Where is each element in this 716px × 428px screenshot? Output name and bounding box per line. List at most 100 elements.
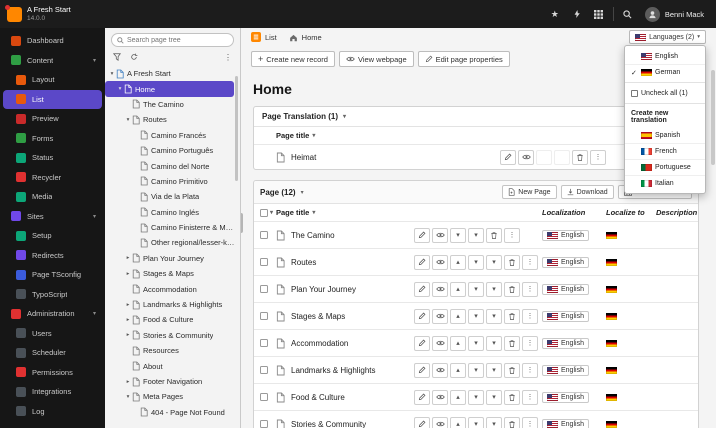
search-icon[interactable]: [617, 0, 639, 28]
tree-item-camino-del-norte[interactable]: Camino del Norte: [105, 158, 240, 173]
new-page-button[interactable]: New Page: [502, 185, 557, 199]
view-webpage-button[interactable]: View webpage: [338, 51, 414, 67]
page-title-cell[interactable]: Food & Culture: [291, 393, 414, 402]
download-button[interactable]: Download: [560, 185, 614, 199]
move-down-button[interactable]: ▾: [468, 389, 484, 405]
module-item-administration[interactable]: Administration ▾: [3, 304, 102, 324]
hide-button[interactable]: [432, 227, 448, 243]
tree-item-via-de-la-plata[interactable]: Via de la Plata: [105, 189, 240, 204]
delete-button[interactable]: [504, 254, 520, 270]
tree-chevron-icon[interactable]: ▾: [124, 394, 132, 400]
localize-german-button[interactable]: [606, 312, 617, 320]
module-item-status[interactable]: Status: [3, 148, 102, 168]
localize-german-button[interactable]: [606, 339, 617, 347]
tree-chevron-icon[interactable]: ▾: [116, 86, 124, 92]
more-options-button[interactable]: ⋮: [522, 389, 538, 405]
tree-item-stages-maps[interactable]: ▸ Stages & Maps: [105, 266, 240, 281]
tree-chevron-icon[interactable]: ▾: [108, 71, 116, 77]
move-down-button[interactable]: ▾: [468, 416, 484, 428]
localize-german-button[interactable]: [606, 366, 617, 374]
module-item-setup[interactable]: Setup: [3, 226, 102, 246]
tree-item-404-page-not-found[interactable]: 404 - Page Not Found: [105, 405, 240, 420]
page-title-cell[interactable]: Stages & Maps: [291, 312, 414, 321]
tree-chevron-icon[interactable]: ▸: [124, 332, 132, 338]
hide-button[interactable]: [432, 416, 448, 428]
tree-resize-handle[interactable]: [241, 213, 243, 233]
collapse-caret-icon[interactable]: ▾: [301, 189, 304, 196]
edit-button[interactable]: [500, 149, 516, 165]
move-down-button[interactable]: ▾: [468, 362, 484, 378]
edit-button[interactable]: [414, 362, 430, 378]
localize-german-button[interactable]: [606, 231, 617, 239]
move-down-button[interactable]: ▾: [468, 335, 484, 351]
module-item-content[interactable]: Content ▾: [3, 51, 102, 71]
module-item-list[interactable]: List: [3, 89, 102, 109]
localize-german-button[interactable]: [606, 420, 617, 428]
tree-item-camino-ingl-s[interactable]: Camino Inglés: [105, 205, 240, 220]
move-down-button[interactable]: ▾: [468, 281, 484, 297]
hide-button[interactable]: [432, 308, 448, 324]
move-up-button[interactable]: ▴: [450, 335, 466, 351]
bolt-icon[interactable]: [566, 0, 588, 28]
module-item-permissions[interactable]: Permissions: [3, 363, 102, 383]
localize-german-button[interactable]: [606, 258, 617, 266]
user-avatar[interactable]: [644, 6, 660, 22]
more-options-button[interactable]: ⋮: [522, 416, 538, 428]
row-checkbox[interactable]: [260, 393, 268, 401]
edit-button[interactable]: [414, 335, 430, 351]
refresh-icon[interactable]: [130, 53, 138, 61]
tree-item-food-culture[interactable]: ▸ Food & Culture: [105, 312, 240, 327]
more-options-button[interactable]: ⋮: [590, 149, 606, 165]
more-options-button[interactable]: ⋮: [522, 254, 538, 270]
create-record-button[interactable]: + Create new record: [251, 51, 335, 67]
tree-item-landmarks-highlights[interactable]: ▸ Landmarks & Highlights: [105, 297, 240, 312]
collapse-caret-icon[interactable]: ▾: [343, 113, 346, 120]
module-item-integrations[interactable]: Integrations: [3, 382, 102, 402]
tree-item-stories-community[interactable]: ▸ Stories & Community: [105, 328, 240, 343]
tree-item-routes[interactable]: ▾ Routes: [105, 112, 240, 127]
row-checkbox[interactable]: [260, 258, 268, 266]
translation-panel-title[interactable]: Page Translation (1): [262, 112, 338, 121]
tree-item-other-regional-lesser-kno[interactable]: Other regional/lesser-kno…: [105, 235, 240, 250]
move-up-button[interactable]: ▴: [450, 416, 466, 428]
tree-item-a-fresh-start[interactable]: ▾ A Fresh Start: [105, 66, 240, 81]
module-item-media[interactable]: Media: [3, 187, 102, 207]
bookmark-star-icon[interactable]: ★: [544, 0, 566, 28]
languages-dropdown-button[interactable]: Languages (2) ▾: [629, 30, 706, 44]
module-item-recycler[interactable]: Recycler: [3, 168, 102, 188]
module-item-redirects[interactable]: Redirects: [3, 246, 102, 266]
edit-button[interactable]: [414, 416, 430, 428]
module-item-log[interactable]: Log: [3, 402, 102, 422]
tree-chevron-icon[interactable]: ▾: [124, 117, 132, 123]
module-item-page-tsconfig[interactable]: Page TSconfig: [3, 265, 102, 285]
delete-button[interactable]: [572, 149, 588, 165]
tree-item-resources[interactable]: Resources: [105, 343, 240, 358]
expand-options-button[interactable]: ▾: [486, 281, 502, 297]
modules-grid-icon[interactable]: [588, 0, 610, 28]
page-title-cell[interactable]: Plan Your Journey: [291, 285, 414, 294]
edit-button[interactable]: [414, 227, 430, 243]
page-title-cell[interactable]: Accommodation: [291, 339, 414, 348]
delete-button[interactable]: [486, 227, 502, 243]
tree-chevron-icon[interactable]: ▸: [124, 379, 132, 385]
tree-item-accommodation[interactable]: Accommodation: [105, 281, 240, 296]
page-title-cell[interactable]: Routes: [291, 258, 414, 267]
filter-icon[interactable]: [113, 53, 121, 61]
main-scrollbar[interactable]: [711, 70, 715, 165]
tree-item-meta-pages[interactable]: ▾ Meta Pages: [105, 389, 240, 404]
tree-chevron-icon[interactable]: ▸: [124, 255, 132, 261]
tree-item-the-camino[interactable]: The Camino: [105, 97, 240, 112]
expand-options-button[interactable]: ▾: [468, 227, 484, 243]
move-down-button[interactable]: ▾: [468, 254, 484, 270]
module-item-preview[interactable]: Preview: [3, 109, 102, 129]
more-options-button[interactable]: ⋮: [522, 335, 538, 351]
hide-button[interactable]: [432, 389, 448, 405]
create-translation-portuguese[interactable]: ✓ Portuguese: [625, 159, 705, 175]
edit-page-properties-button[interactable]: Edit page properties: [417, 51, 510, 67]
language-option-german[interactable]: ✓ German: [625, 64, 705, 80]
create-translation-spanish[interactable]: ✓ Spanish: [625, 127, 705, 143]
module-item-layout[interactable]: Layout: [3, 70, 102, 90]
tree-item-plan-your-journey[interactable]: ▸ Plan Your Journey: [105, 251, 240, 266]
delete-button[interactable]: [504, 335, 520, 351]
tree-item-footer-navigation[interactable]: ▸ Footer Navigation: [105, 374, 240, 389]
